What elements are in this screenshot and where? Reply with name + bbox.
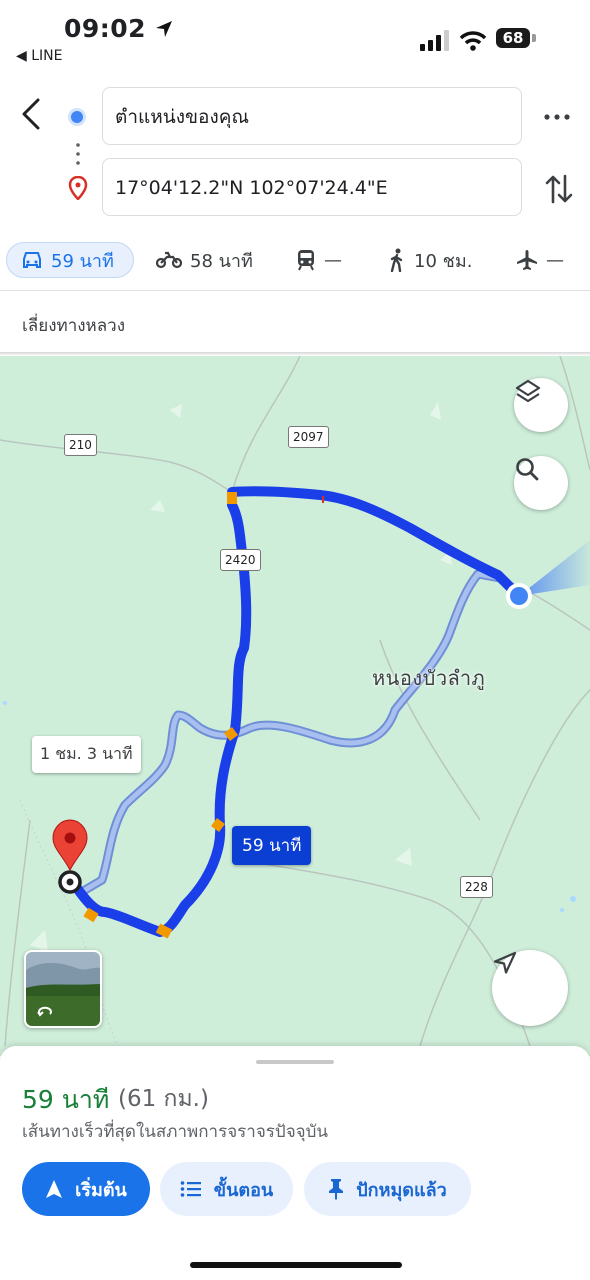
route-description: เส้นทางเร็วที่สุดในสภาพการจราจรปัจจุบัน — [22, 1122, 329, 1142]
pin-icon — [329, 1179, 344, 1200]
origin-dot-icon — [68, 108, 86, 126]
list-icon — [180, 1181, 201, 1197]
mode-motorcycle-label: 58 นาที — [190, 250, 253, 272]
sheet-drag-handle[interactable] — [256, 1060, 334, 1064]
start-label: เริ่มต้น — [75, 1179, 127, 1201]
battery-indicator: 68 — [496, 28, 530, 48]
location-arrow-icon — [156, 21, 173, 37]
travel-mode-row: 59 นาที 58 นาที — 10 ชม. — — [0, 234, 590, 288]
mode-transit-label: — — [324, 249, 342, 271]
town-label: หนองบัวลำภู — [372, 666, 486, 690]
start-button[interactable]: เริ่มต้น — [22, 1162, 150, 1216]
alt-route-callout[interactable]: 1 ชม. 3 นาที — [32, 736, 141, 773]
swap-button[interactable] — [544, 172, 574, 206]
steps-label: ขั้นตอน — [213, 1179, 274, 1201]
mode-flight-tab[interactable]: — — [516, 242, 564, 278]
more-options-button[interactable] — [542, 104, 572, 130]
search-along-route-button[interactable] — [514, 456, 568, 510]
route-distance: (61 กม.) — [118, 1086, 209, 1112]
navigation-arrow-icon — [493, 951, 517, 974]
street-view-thumbnail[interactable] — [24, 950, 102, 1028]
steps-button[interactable]: ขั้นตอน — [160, 1162, 293, 1216]
road-shield-2420: 2420 — [220, 549, 261, 571]
origin-input[interactable]: ตำแหน่งของคุณ — [102, 87, 522, 145]
route-duration: 59 นาที — [22, 1085, 110, 1114]
home-indicator — [190, 1262, 402, 1268]
recenter-button[interactable] — [492, 950, 568, 1026]
street-view-image — [26, 952, 100, 1026]
road-shield-228: 228 — [460, 876, 493, 898]
destination-pin-icon — [68, 176, 88, 200]
airplane-icon — [517, 250, 537, 270]
battery-tip — [532, 34, 536, 42]
mode-car-label: 59 นาที — [51, 250, 114, 272]
mode-transit-tab[interactable]: — — [296, 242, 342, 278]
motorcycle-icon — [156, 251, 182, 269]
avoid-highways-option[interactable]: เลี่ยงทางหลวง — [22, 312, 125, 339]
pinned-button[interactable]: ปักหมุดแล้ว — [304, 1162, 471, 1216]
road-shield-210: 210 — [64, 434, 97, 456]
back-arrow-icon — [22, 98, 40, 130]
layers-icon — [515, 379, 541, 403]
status-bar: 09:02 ◀ LINE 68 — [0, 0, 590, 76]
back-to-line-link[interactable]: ◀ LINE — [16, 48, 62, 64]
main-route-callout[interactable]: 59 นาที — [232, 826, 312, 865]
car-icon — [23, 252, 41, 268]
status-time: 09:02 — [64, 14, 173, 43]
search-icon — [516, 458, 539, 481]
road-shield-2097: 2097 — [288, 426, 329, 448]
swap-icon — [545, 174, 573, 204]
back-button[interactable] — [14, 94, 50, 134]
mode-walk-label: 10 ชม. — [414, 250, 473, 272]
mode-flight-label: — — [546, 249, 564, 271]
more-dots-icon — [544, 114, 570, 120]
route-dots-icon — [76, 143, 80, 165]
train-icon — [298, 250, 314, 271]
layers-button[interactable] — [514, 378, 568, 432]
destination-input[interactable]: 17°04'12.2"N 102°07'24.4"E — [102, 158, 522, 216]
mode-divider — [0, 290, 590, 291]
walk-icon — [390, 248, 403, 272]
pinned-label: ปักหมุดแล้ว — [356, 1179, 447, 1201]
start-navigation-icon — [46, 1180, 63, 1198]
mode-walk-tab[interactable]: 10 ชม. — [388, 242, 472, 278]
mode-car-tab[interactable]: 59 นาที — [6, 242, 134, 278]
mode-motorcycle-tab[interactable]: 58 นาที — [156, 242, 253, 278]
map-view[interactable]: 210 2097 2420 228 หนองบัวลำภู 1 ชม. 3 นา… — [0, 356, 590, 1056]
